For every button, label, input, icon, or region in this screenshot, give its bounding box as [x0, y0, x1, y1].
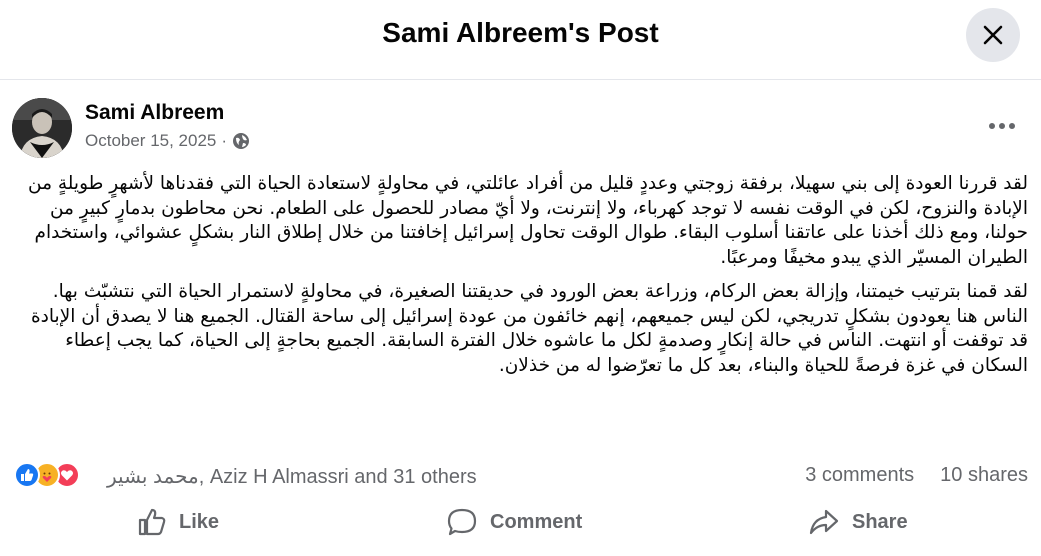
close-button[interactable]	[966, 8, 1020, 62]
engagement-stats: محمد بشير, Aziz H Almassri and 31 others…	[14, 460, 1028, 494]
post-date[interactable]: October 15, 2025	[85, 131, 216, 151]
post-dialog-header: Sami Albreem's Post	[0, 0, 1041, 80]
post-author-row: Sami Albreem October 15, 2025 ·	[12, 98, 1022, 160]
close-icon	[983, 25, 1003, 45]
post-text: لقد قررنا العودة إلى بني سهيلا، برفقة زو…	[16, 172, 1028, 388]
like-icon	[14, 462, 40, 488]
share-button[interactable]: Share	[808, 498, 908, 546]
like-button[interactable]: Like	[137, 498, 219, 546]
post-actions-bar: Like Comment Share	[0, 498, 1041, 546]
post-paragraph-1: لقد قررنا العودة إلى بني سهيلا، برفقة زو…	[28, 173, 1028, 268]
comment-label: Comment	[490, 510, 583, 533]
share-icon	[809, 509, 839, 535]
post-meta: October 15, 2025 ·	[85, 131, 250, 151]
like-icon	[138, 508, 166, 536]
more-horizontal-icon	[989, 123, 1015, 129]
like-label: Like	[179, 510, 220, 533]
scrollbar-track[interactable]	[1029, 80, 1041, 556]
engagement-counts: 3 comments 10 shares	[805, 464, 1028, 487]
reactors-summary[interactable]: محمد بشير, Aziz H Almassri and 31 others	[107, 464, 477, 489]
reaction-icons[interactable]	[14, 462, 80, 488]
post-paragraph-2: لقد قمنا بترتيب خيمتنا، وإزالة بعض الركا…	[30, 281, 1028, 376]
meta-separator: ·	[221, 131, 228, 150]
comments-count[interactable]: 3 comments	[805, 464, 914, 487]
avatar[interactable]	[12, 98, 72, 158]
dialog-title: Sami Albreem's Post	[382, 17, 659, 48]
author-name[interactable]: Sami Albreem	[85, 101, 224, 125]
comment-button[interactable]: Comment	[446, 498, 582, 546]
comment-icon	[447, 508, 477, 536]
more-options-button[interactable]	[982, 108, 1022, 144]
shares-count[interactable]: 10 shares	[940, 464, 1028, 487]
globe-icon[interactable]	[232, 132, 250, 150]
share-label: Share	[852, 510, 908, 533]
